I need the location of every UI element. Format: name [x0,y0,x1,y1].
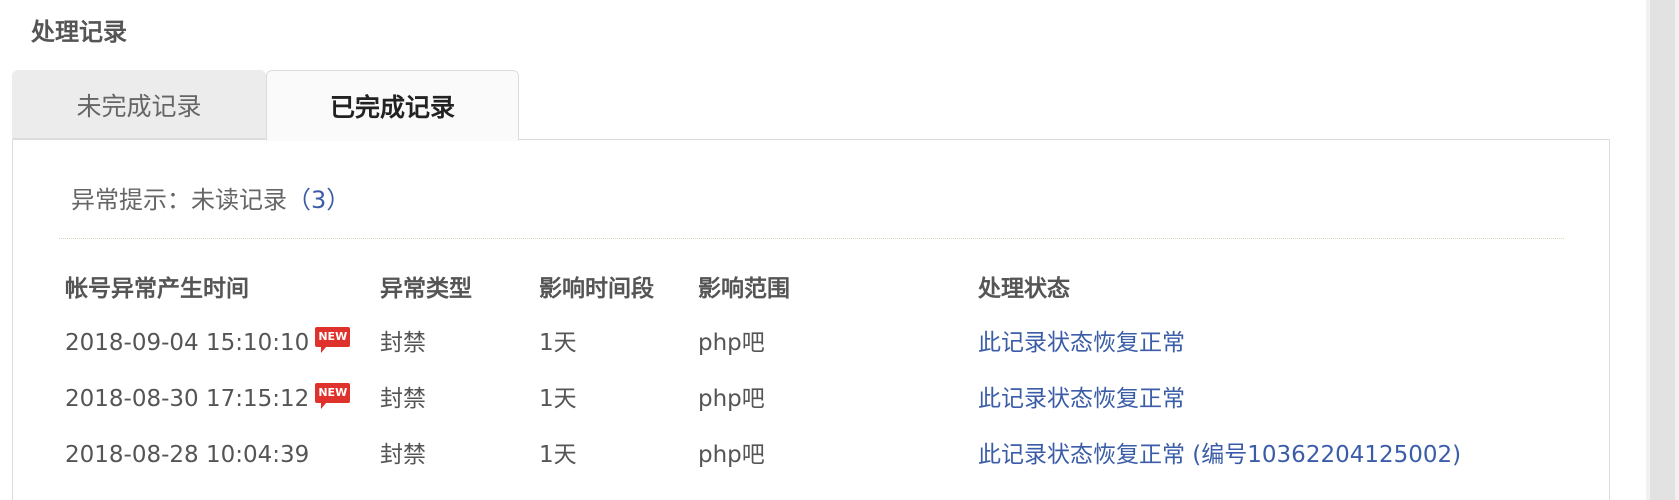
table-row-2-time: 2018-08-30 17:15:12 NEW [65,382,351,416]
tab-incomplete-records[interactable]: 未完成记录 [12,70,266,139]
header-status: 处理状态 [978,276,1070,302]
new-badge-icon: NEW [315,383,351,409]
scrollbar-thumb[interactable] [1650,0,1675,500]
header-time: 帐号异常产生时间 [65,276,249,302]
table-row-3-type: 封禁 [380,442,426,468]
table-row-2-status-link[interactable]: 此记录状态恢复正常 [978,382,1185,416]
table-row-3-scope: php吧 [698,442,765,468]
table-row-2-type: 封禁 [380,386,426,412]
table-row-1-duration: 1天 [539,330,577,356]
dotted-divider [59,238,1564,239]
records-panel: 异常提示：未读记录（3） 帐号异常产生时间 异常类型 影响时间段 影响范围 处理… [12,139,1610,500]
new-badge-icon: NEW [315,327,351,353]
tab-bar: 未完成记录 已完成记录 [12,70,519,141]
header-duration: 影响时间段 [539,276,654,302]
table-row-1-type: 封禁 [380,330,426,356]
tab-completed-records[interactable]: 已完成记录 [266,70,519,141]
table-row-1-scope: php吧 [698,330,765,356]
unread-count-link[interactable]: （3） [287,186,350,214]
row-time-text: 2018-09-04 15:10:10 [65,330,310,356]
table-row-1-time: 2018-09-04 15:10:10 NEW [65,326,351,360]
unread-notice: 异常提示：未读记录（3） [71,180,350,220]
page: 处理记录 未完成记录 已完成记录 异常提示：未读记录（3） 帐号异常产生时间 异… [0,0,1679,500]
row-time-text: 2018-08-30 17:15:12 [65,386,310,412]
table-row-2-duration: 1天 [539,386,577,412]
header-type: 异常类型 [380,276,472,302]
notice-text: 异常提示：未读记录 [71,186,287,214]
table-row-2-scope: php吧 [698,386,765,412]
table-row-3-status-link[interactable]: 此记录状态恢复正常 (编号10362204125002) [978,438,1461,472]
section-title: 处理记录 [31,18,127,46]
table-row-3-duration: 1天 [539,442,577,468]
table-row-3-time: 2018-08-28 10:04:39 [65,442,310,468]
header-scope: 影响范围 [698,276,790,302]
table-row-1-status-link[interactable]: 此记录状态恢复正常 [978,326,1185,360]
